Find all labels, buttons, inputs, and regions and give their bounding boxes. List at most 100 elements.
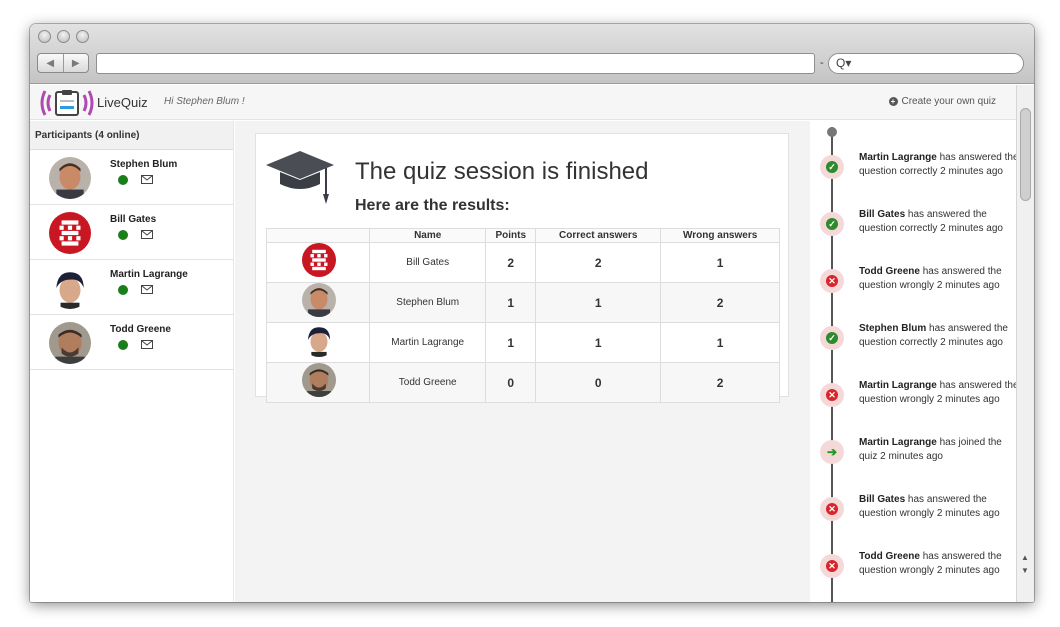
envelope-icon[interactable] bbox=[141, 175, 153, 184]
name-cell: Todd Greene bbox=[368, 362, 487, 403]
online-status-icon bbox=[118, 175, 128, 185]
event-badge: ✓ bbox=[820, 212, 844, 236]
participant-name: Bill Gates bbox=[110, 214, 157, 225]
event-badge: ✕ bbox=[820, 554, 844, 578]
check-icon: ✓ bbox=[826, 218, 838, 230]
event-user: Todd Greene bbox=[859, 266, 920, 277]
participants-sidebar: Participants (4 online) Stephen Blum Bil… bbox=[30, 121, 234, 602]
event-text: Martin Lagrange has answered the questio… bbox=[859, 379, 1016, 407]
vertical-scrollbar[interactable]: ▲ ▼ bbox=[1016, 85, 1034, 602]
online-status-icon bbox=[118, 340, 128, 350]
table-row: Martin Lagrange 1 1 1 bbox=[266, 322, 780, 363]
points-cell: 0 bbox=[485, 362, 537, 403]
column-header: Points bbox=[485, 228, 537, 243]
cross-icon: ✕ bbox=[826, 560, 838, 572]
timeline-start-icon bbox=[827, 127, 837, 137]
minimize-window-button[interactable] bbox=[57, 30, 70, 43]
cross-icon: ✕ bbox=[826, 389, 838, 401]
event-user: Martin Lagrange bbox=[859, 380, 937, 391]
search-icon: Q▾ bbox=[836, 56, 852, 70]
correct-cell: 1 bbox=[535, 282, 662, 323]
event-user: Martin Lagrange bbox=[859, 152, 937, 163]
name-cell: Martin Lagrange bbox=[368, 322, 487, 363]
event-text: Stephen Blum has answered the question c… bbox=[859, 322, 1016, 350]
join-icon: ➔ bbox=[826, 445, 838, 459]
toolbar-dash: - bbox=[820, 57, 824, 69]
create-quiz-link[interactable]: + Create your own quiz bbox=[888, 96, 997, 107]
correct-cell: 0 bbox=[535, 362, 662, 403]
event-user: Bill Gates bbox=[859, 494, 906, 505]
forward-button[interactable]: ▶ bbox=[62, 54, 89, 72]
online-status-icon bbox=[118, 230, 128, 240]
event-text: Martin Lagrange has answered the questio… bbox=[859, 151, 1016, 179]
wrong-cell: 1 bbox=[660, 322, 780, 363]
name-cell: Stephen Blum bbox=[368, 282, 487, 323]
table-row: Stephen Blum 1 1 2 bbox=[266, 282, 780, 323]
event-badge: ✓ bbox=[820, 155, 844, 179]
participant-name: Martin Lagrange bbox=[110, 269, 188, 280]
check-icon: ✓ bbox=[826, 161, 838, 173]
event-user: Bill Gates bbox=[859, 209, 906, 220]
brand-name[interactable]: LiveQuiz bbox=[97, 95, 148, 110]
activity-feed: ✓ Martin Lagrange has answered the quest… bbox=[811, 121, 1016, 602]
participant-item[interactable]: Todd Greene bbox=[30, 315, 233, 370]
column-header bbox=[266, 228, 370, 243]
avatar bbox=[302, 283, 336, 317]
wrong-cell: 2 bbox=[660, 282, 780, 323]
avatar bbox=[49, 157, 91, 199]
avatar bbox=[302, 323, 336, 357]
points-cell: 1 bbox=[485, 322, 537, 363]
livequiz-logo-icon[interactable] bbox=[39, 88, 95, 118]
browser-toolbar: ◀ ▶ - Q▾ bbox=[30, 24, 1034, 84]
browser-search-field[interactable]: Q▾ bbox=[828, 53, 1024, 74]
points-cell: 1 bbox=[485, 282, 537, 323]
app-header: LiveQuiz Hi Stephen Blum ! + Create your… bbox=[30, 85, 1016, 120]
event-text: Todd Greene has answered the question wr… bbox=[859, 550, 1016, 578]
participant-name: Stephen Blum bbox=[110, 159, 178, 170]
avatar-cell bbox=[266, 322, 370, 363]
event-text: Bill Gates has answered the question wro… bbox=[859, 493, 1016, 521]
avatar bbox=[49, 322, 91, 364]
avatar bbox=[302, 363, 336, 397]
event-badge: ✓ bbox=[820, 326, 844, 350]
back-button[interactable]: ◀ bbox=[38, 54, 63, 72]
avatar bbox=[49, 212, 91, 254]
zoom-window-button[interactable] bbox=[76, 30, 89, 43]
table-row: Todd Greene 0 0 2 bbox=[266, 362, 780, 403]
participant-item[interactable]: Martin Lagrange bbox=[30, 260, 233, 315]
check-icon: ✓ bbox=[826, 332, 838, 344]
page-title: The quiz session is finished bbox=[355, 158, 649, 185]
scroll-up-icon[interactable]: ▲ bbox=[1021, 553, 1029, 562]
column-header: Correct answers bbox=[535, 228, 662, 243]
event-badge: ✕ bbox=[820, 497, 844, 521]
avatar-cell bbox=[266, 362, 370, 403]
nav-buttons: ◀ ▶ bbox=[37, 53, 89, 73]
event-text: Todd Greene has answered the question wr… bbox=[859, 265, 1016, 293]
participant-item[interactable]: Stephen Blum bbox=[30, 150, 233, 205]
scrollbar-thumb[interactable] bbox=[1020, 108, 1031, 201]
greeting-text: Hi Stephen Blum ! bbox=[164, 96, 245, 107]
envelope-icon[interactable] bbox=[141, 340, 153, 349]
graduation-cap-icon bbox=[266, 151, 334, 204]
avatar bbox=[49, 267, 91, 309]
avatar-cell bbox=[266, 282, 370, 323]
results-subtitle: Here are the results: bbox=[355, 197, 510, 214]
plus-circle-icon: + bbox=[888, 97, 898, 106]
event-user: Stephen Blum bbox=[859, 323, 927, 334]
participant-item[interactable]: Bill Gates bbox=[30, 205, 233, 260]
event-badge: ✕ bbox=[820, 269, 844, 293]
scroll-down-icon[interactable]: ▼ bbox=[1021, 566, 1029, 575]
browser-window: ◀ ▶ - Q▾ LiveQuiz Hi Stephen Blum ! + Cr… bbox=[30, 24, 1034, 602]
participant-name: Todd Greene bbox=[110, 324, 171, 335]
url-bar[interactable] bbox=[96, 53, 815, 74]
envelope-icon[interactable] bbox=[141, 230, 153, 239]
envelope-icon[interactable] bbox=[141, 285, 153, 294]
correct-cell: 2 bbox=[535, 242, 662, 283]
event-badge: ➔ bbox=[820, 440, 844, 464]
create-quiz-label: Create your own quiz bbox=[901, 96, 997, 107]
name-cell: Bill Gates bbox=[368, 242, 487, 283]
points-cell: 2 bbox=[485, 242, 537, 283]
event-user: Todd Greene bbox=[859, 551, 920, 562]
participants-heading: Participants (4 online) bbox=[30, 121, 233, 150]
close-window-button[interactable] bbox=[38, 30, 51, 43]
